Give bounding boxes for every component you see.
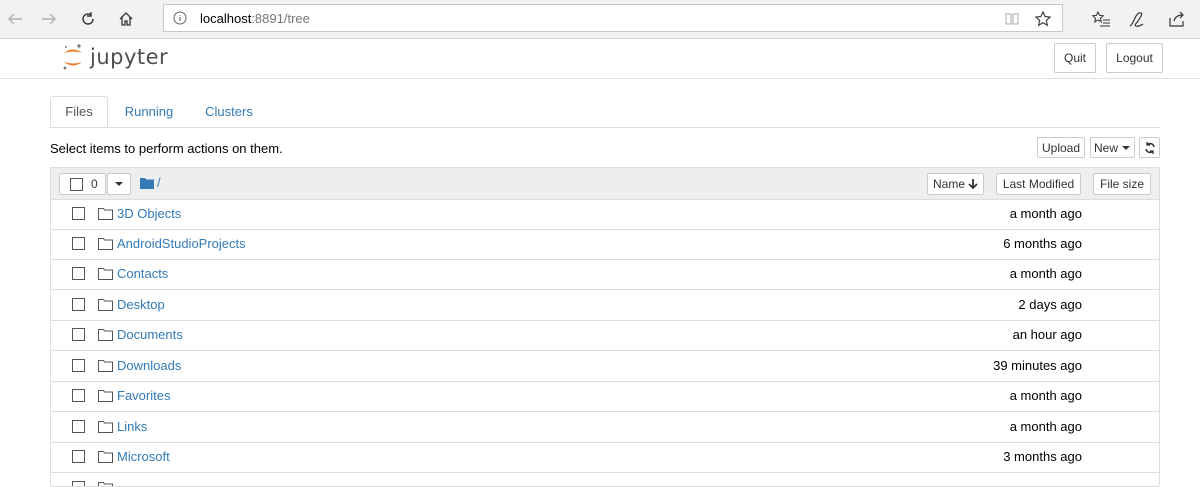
url-text: localhost:8891/tree <box>200 10 310 26</box>
list-item[interactable]: 3D Objects a month ago <box>51 199 1159 230</box>
tab-running[interactable]: Running <box>113 96 185 127</box>
item-modified: an hour ago <box>1012 327 1082 342</box>
item-name-link[interactable]: Favorites <box>117 388 170 403</box>
row-checkbox[interactable] <box>72 328 85 341</box>
item-name-link[interactable]: Desktop <box>117 297 165 312</box>
logo-text: jupyter <box>90 45 169 69</box>
folder-icon <box>98 299 113 311</box>
home-icon <box>119 12 133 26</box>
jupyter-header: jupyter Quit Logout <box>0 39 1200 79</box>
list-item[interactable]: AndroidStudioProjects 6 months ago <box>51 229 1159 260</box>
item-modified: a month ago <box>1009 206 1082 221</box>
list-item[interactable]: Documents an hour ago <box>51 320 1159 351</box>
folder-icon <box>98 451 113 463</box>
file-list: 0 / Name Last Modified File size 3D Obje… <box>50 167 1160 487</box>
share-button[interactable] <box>1166 8 1188 30</box>
forward-button[interactable] <box>34 4 64 34</box>
tab-files[interactable]: Files <box>50 96 108 127</box>
item-modified: 39 minutes ago <box>993 358 1082 373</box>
breadcrumb-root[interactable]: / <box>157 175 161 190</box>
list-item[interactable]: Contacts a month ago <box>51 259 1159 290</box>
item-name-link[interactable]: Documents <box>117 327 183 342</box>
item-modified: 2 days ago <box>1018 297 1082 312</box>
item-modified: a month ago <box>1009 266 1082 281</box>
forward-arrow-icon <box>42 13 56 25</box>
item-name-link[interactable]: Downloads <box>117 358 181 373</box>
folder-icon <box>98 482 113 486</box>
refresh-icon <box>1144 141 1155 154</box>
address-bar[interactable]: localhost:8891/tree <box>163 4 1063 32</box>
selection-dropdown[interactable] <box>107 173 131 195</box>
file-list-header: 0 / Name Last Modified File size <box>51 168 1159 200</box>
web-note-button[interactable] <box>1126 8 1148 30</box>
item-modified: a month ago <box>1009 388 1082 403</box>
item-modified: 6 months ago <box>1003 236 1082 251</box>
reload-icon <box>82 12 94 25</box>
folder-icon <box>98 329 113 341</box>
jupyter-logo[interactable]: jupyter <box>62 43 168 71</box>
new-label: New <box>1093 140 1118 155</box>
select-all-checkbox-button[interactable]: 0 <box>59 173 106 195</box>
folder-icon <box>98 390 113 402</box>
row-checkbox[interactable] <box>72 420 85 433</box>
row-checkbox[interactable] <box>72 450 85 463</box>
back-arrow-icon <box>8 13 22 25</box>
favorite-star-icon[interactable] <box>1034 10 1052 28</box>
item-name-link[interactable]: Links <box>117 419 147 434</box>
upload-button[interactable]: Upload <box>1037 137 1085 158</box>
folder-icon <box>98 360 113 372</box>
list-item-partial[interactable] <box>51 473 1159 486</box>
select-all-checkbox[interactable] <box>70 177 83 191</box>
item-name-link[interactable]: AndroidStudioProjects <box>117 236 246 251</box>
row-checkbox[interactable] <box>72 267 85 280</box>
list-item[interactable]: Downloads 39 minutes ago <box>51 351 1159 382</box>
item-name-link[interactable]: 3D Objects <box>117 206 181 221</box>
new-dropdown-button[interactable]: New <box>1090 137 1135 158</box>
row-checkbox[interactable] <box>72 481 85 486</box>
list-item[interactable]: Favorites a month ago <box>51 381 1159 412</box>
row-checkbox[interactable] <box>72 237 85 250</box>
item-name-link[interactable]: Microsoft <box>117 449 170 464</box>
sort-file-size-button[interactable]: File size <box>1093 173 1151 195</box>
share-icon <box>1169 11 1184 27</box>
item-name-link[interactable]: Contacts <box>117 266 168 281</box>
info-icon[interactable] <box>173 11 187 25</box>
arrow-down-icon <box>968 178 978 189</box>
quit-button[interactable]: Quit <box>1054 43 1096 73</box>
row-checkbox[interactable] <box>72 359 85 372</box>
reading-view-icon[interactable] <box>1004 11 1020 27</box>
home-button[interactable] <box>111 4 141 34</box>
browser-toolbar: localhost:8891/tree <box>0 0 1200 39</box>
item-modified: a month ago <box>1009 419 1082 434</box>
folder-icon <box>98 268 113 280</box>
row-checkbox[interactable] <box>72 389 85 402</box>
refresh-list-button[interactable] <box>1139 137 1160 158</box>
list-item[interactable]: Links a month ago <box>51 412 1159 443</box>
jupyter-logo-icon <box>63 44 82 70</box>
item-modified: 3 months ago <box>1003 449 1082 464</box>
refresh-page-button[interactable] <box>73 4 103 34</box>
folder-icon <box>98 421 113 433</box>
favorites-hub-button[interactable] <box>1090 8 1112 30</box>
caret-down-icon <box>1122 145 1130 150</box>
select-instructions: Select items to perform actions on them. <box>50 141 283 156</box>
logout-button[interactable]: Logout <box>1106 43 1163 73</box>
folder-icon <box>98 238 113 250</box>
back-button[interactable] <box>0 4 30 34</box>
sort-name-label: Name <box>932 177 965 191</box>
sort-last-modified-button[interactable]: Last Modified <box>996 173 1081 195</box>
folder-icon <box>98 208 113 220</box>
list-item[interactable]: Microsoft 3 months ago <box>51 442 1159 473</box>
favorites-list-icon <box>1091 10 1110 27</box>
caret-down-icon <box>115 182 123 186</box>
sort-by-name-button[interactable]: Name <box>927 173 984 195</box>
list-item[interactable]: Desktop 2 days ago <box>51 290 1159 321</box>
tab-clusters[interactable]: Clusters <box>196 96 262 127</box>
main-tabs: Files Running Clusters <box>50 96 1160 128</box>
row-checkbox[interactable] <box>72 207 85 220</box>
folder-open-icon[interactable] <box>140 177 154 189</box>
selected-count: 0 <box>91 177 98 191</box>
pen-icon <box>1129 12 1144 27</box>
row-checkbox[interactable] <box>72 298 85 311</box>
